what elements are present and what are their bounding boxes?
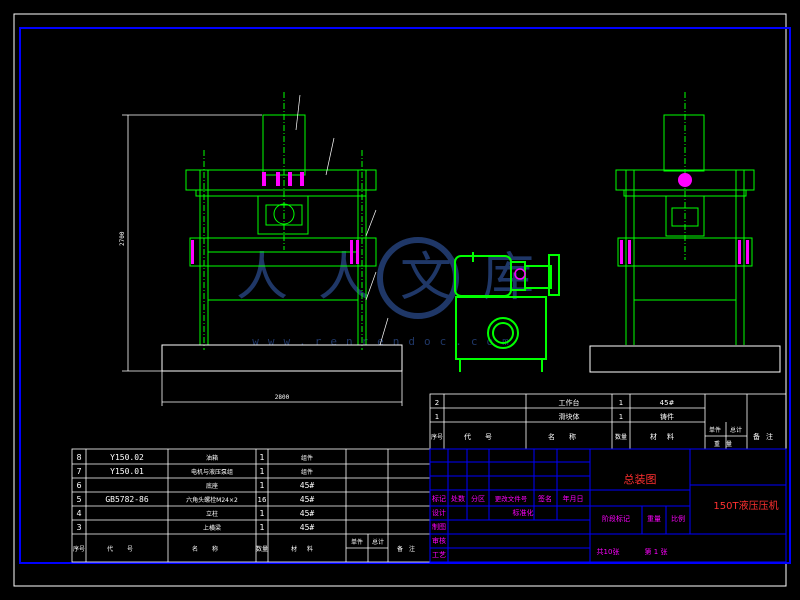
parts-list-rows: 8 Y150.02 油箱 1 组件 7 Y150.01 电机与液压泵组 1 组件…: [73, 453, 421, 553]
small-header-code: 代号: [464, 432, 506, 441]
sheet-number: 第 1 张: [645, 547, 668, 556]
change-sign: 签名: [538, 494, 552, 503]
small-header-seq: 序号: [431, 433, 443, 441]
small-row-2-seq: 1: [435, 413, 439, 421]
label-scale: 比例: [671, 514, 685, 523]
part-name: 油箱: [206, 454, 218, 462]
header-material: 材料: [291, 545, 323, 553]
parts-row: 5 GB5782-86 六角头螺栓M24×2 16 45#: [76, 495, 314, 504]
small-header-total: 总计: [730, 426, 742, 434]
small-row-2-material: 铸件: [660, 412, 674, 421]
title-block-text: 标记 处数 分区 更改文件号 签名 年月日 设计 标准化 制图 审核 工艺 阶段…: [432, 494, 685, 559]
header-single: 单件: [351, 538, 363, 546]
side-cylinder: [663, 114, 705, 172]
header-seq: 序号: [73, 545, 85, 553]
part-seq: 5: [76, 495, 81, 504]
part-name: 底座: [206, 482, 218, 490]
front-upper-crossbeam: [185, 169, 377, 191]
watermark: 人人文库 www.renrendoc.com: [236, 237, 564, 348]
part-name: 电机与液压泵组: [191, 468, 233, 476]
part-code: Y150.01: [110, 467, 144, 476]
front-base: [161, 344, 403, 372]
small-row-2-name: 滑块体: [559, 412, 580, 421]
change-mark: 标记: [432, 494, 446, 503]
small-header-material: 材料: [650, 432, 684, 441]
small-header-weight: 重量: [714, 440, 738, 448]
part-material: 45#: [300, 495, 315, 504]
small-header-qty: 数量: [615, 433, 627, 441]
label-weight: 重量: [647, 515, 661, 523]
parts-row: 4 立柱 1 45#: [76, 509, 314, 518]
part-qty: 1: [259, 467, 264, 476]
label-design: 设计: [432, 508, 446, 517]
width-dimension: 2800: [275, 394, 290, 401]
part-material: 45#: [300, 481, 315, 490]
height-dimension: 2700: [119, 231, 126, 246]
header-total: 总计: [372, 538, 384, 546]
side-view: [589, 92, 781, 373]
part-seq: 4: [76, 509, 81, 518]
part-seq: 7: [76, 467, 81, 476]
parts-row: 8 Y150.02 油箱 1 组件: [76, 453, 313, 462]
parts-row: 3 上横梁 1 45#: [76, 523, 314, 532]
part-material: 45#: [300, 509, 315, 518]
side-base: [589, 345, 781, 373]
label-drawing: 制图: [432, 522, 446, 531]
label-review: 审核: [432, 536, 446, 545]
part-qty: 1: [259, 523, 264, 532]
parts-row: 7 Y150.01 电机与液压泵组 1 组件: [76, 467, 313, 476]
part-name: 上横梁: [203, 524, 221, 532]
sheet-total: 共10张: [597, 547, 620, 556]
header-code: 代号: [107, 545, 147, 553]
label-stage-mark: 阶段标记: [602, 514, 630, 523]
small-header-single: 单件: [709, 426, 721, 434]
part-material: 组件: [301, 468, 313, 476]
change-date: 年月日: [563, 494, 584, 503]
part-code: GB5782-86: [105, 495, 149, 504]
parts-list-header: 序号 代号 名称 数量 材料 单件 总计 备注: [73, 538, 421, 553]
part-seq: 8: [76, 453, 81, 462]
small-row-1-seq: 2: [435, 399, 439, 407]
front-view: [161, 92, 403, 372]
part-qty: 1: [259, 481, 264, 490]
label-process: 工艺: [432, 551, 446, 559]
watermark-url: www.renrendoc.com: [252, 335, 518, 348]
small-header-note: 备注: [753, 432, 779, 441]
part-material: 45#: [300, 523, 315, 532]
product-name: 150T液压压机: [713, 499, 778, 512]
part-seq: 3: [76, 523, 81, 532]
header-note: 备注: [397, 545, 421, 553]
part-name: 六角头螺栓M24×2: [186, 496, 238, 504]
part-name: 立柱: [206, 510, 218, 518]
part-qty: 1: [259, 453, 264, 462]
header-qty: 数量: [256, 545, 268, 553]
part-material: 组件: [301, 454, 313, 462]
part-qty: 16: [258, 496, 267, 504]
small-row-2-qty: 1: [619, 413, 623, 421]
change-count: 处数: [451, 494, 465, 503]
drawing-title: 总装图: [624, 472, 657, 486]
change-zone: 分区: [471, 494, 485, 503]
part-qty: 1: [259, 509, 264, 518]
part-code: Y150.02: [110, 453, 144, 462]
cad-drawing: 人人文库 www.renrendoc.com 2700 2800 2 工作台 1…: [13, 13, 791, 587]
small-row-1-material: 45#: [660, 399, 675, 407]
change-file-no: 更改文件号: [495, 494, 528, 503]
small-row-1-name: 工作台: [559, 398, 580, 407]
watermark-logo: 人人文库: [236, 248, 564, 308]
small-row-1-qty: 1: [619, 399, 623, 407]
small-header-name: 名称: [548, 432, 590, 441]
parts-row: 6 底座 1 45#: [76, 481, 314, 490]
header-name: 名称: [192, 545, 232, 553]
small-parts-text: 2 工作台 1 45# 1 滑块体 1 铸件 序号 代号 名称 数量 材料 单件…: [431, 398, 779, 448]
label-standardize: 标准化: [513, 508, 534, 517]
part-seq: 6: [76, 481, 81, 490]
